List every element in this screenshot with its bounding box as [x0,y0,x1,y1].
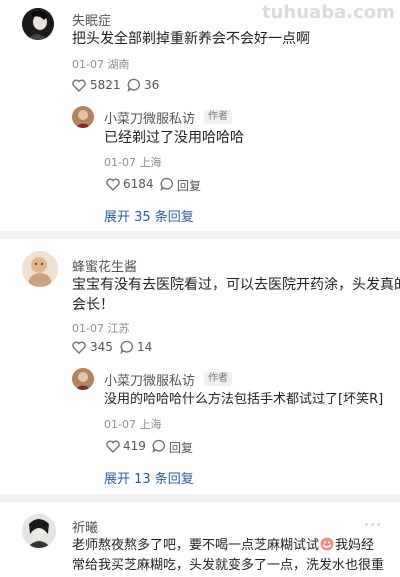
comment-username[interactable]: 祈曦 [72,517,98,536]
expand-replies-link[interactable]: 展开 13 条回复 [104,468,194,487]
emoji-icon [320,537,334,551]
avatar-baby-photo-icon [22,251,58,287]
heart-outline-icon [72,341,86,354]
avatar[interactable] [22,8,54,40]
author-badge: 作者 [204,372,232,386]
reply-label[interactable]: 回复 [177,177,201,194]
comment-text-line-2: 常给我买芝麻糊吃，头发就变多了一点，洗发水也很重 [72,558,385,573]
like-button[interactable] [72,79,86,92]
reply-date-location: 01-07 上海 [104,156,162,169]
like-count: 6184 [123,177,154,191]
reply-text: 没用的哈哈哈什么方法包括手术都试过了[坏笑R] [104,392,384,407]
comment-text-part: 老师熬夜熬多了吧，要不喝一点芝麻糊试试 [72,538,320,553]
like-button[interactable] [106,178,120,191]
like-count: 5821 [90,78,121,92]
more-options-icon[interactable]: ··· [364,515,382,534]
comment-bubble-icon [152,439,165,453]
comment-text-part: 我妈经 [335,538,375,553]
comment-text-line-2: 会长！ [72,297,114,313]
heart-outline-icon [72,79,86,92]
reply-date-location: 01-07 上海 [104,418,162,431]
heart-outline-icon [106,178,120,191]
comment-bubble-icon [127,78,140,92]
reply-username[interactable]: 小菜刀微服私访 [104,108,195,127]
comment-username[interactable]: 失眠症 [72,10,111,29]
comment-date-location: 01-07 江苏 [72,322,130,335]
reply-label[interactable]: 回复 [169,439,193,456]
author-badge: 作者 [204,110,232,124]
like-count: 419 [123,439,146,453]
section-divider [0,494,400,502]
heart-outline-icon [106,440,120,453]
avatar[interactable] [22,251,58,287]
reply-button[interactable] [160,177,174,191]
reply-button[interactable] [127,78,141,92]
comment-username[interactable]: 蜂蜜花生酱 [72,256,137,275]
reply-button[interactable] [120,340,134,354]
avatar[interactable] [72,368,94,390]
comment-text-line-1: 老师熬夜熬多了吧，要不喝一点芝麻糊试试 我妈经 [72,535,374,557]
reply-username[interactable]: 小菜刀微服私访 [104,370,195,389]
reply-count: 14 [137,340,153,354]
avatar-portrait-icon [72,106,94,128]
watermark-text: tuhuaba.com [262,2,395,23]
expand-replies-link[interactable]: 展开 35 条回复 [104,206,194,225]
avatar-portrait-icon [22,514,56,548]
avatar[interactable] [22,514,56,548]
reply-text: 已经剃过了没用哈哈哈 [104,130,244,146]
comment-text-line-1: 宝宝有没有去医院看过，可以去医院开药涂，头发真的 [72,277,400,293]
reply-count: 36 [144,78,160,92]
comment-bubble-icon [120,340,133,354]
section-divider [0,231,400,239]
like-button[interactable] [106,440,120,453]
comment-text: 把头发全部剃掉重新养会不会好一点啊 [72,31,310,47]
like-button[interactable] [72,341,86,354]
avatar-portrait-icon [72,368,94,390]
avatar[interactable] [72,106,94,128]
reply-button[interactable] [152,439,166,453]
comment-bubble-icon [160,177,173,191]
like-count: 345 [90,340,113,354]
avatar-portrait-icon [22,8,54,40]
comment-date-location: 01-07 湖南 [72,58,130,71]
